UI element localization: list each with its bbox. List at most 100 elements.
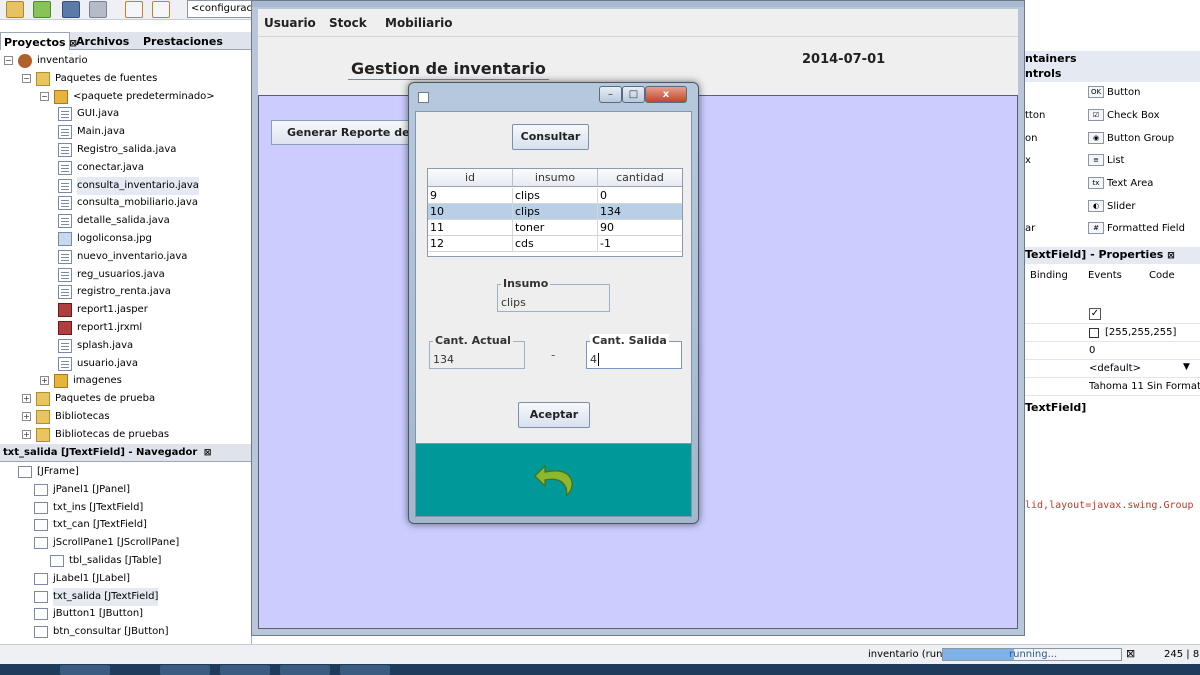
- cell-id[interactable]: 9: [428, 188, 513, 204]
- undo-icon[interactable]: [125, 1, 143, 18]
- close-button[interactable]: x: [645, 86, 687, 103]
- component-icon: [34, 501, 48, 514]
- palette-item-text-area[interactable]: tx Text Area: [1088, 176, 1153, 192]
- output-quantity-label: Cant. Salida: [590, 334, 669, 347]
- table-row[interactable]: 11 toner 90: [428, 220, 682, 236]
- tab-proyectos[interactable]: Proyectos ⊠: [0, 32, 77, 50]
- palette-section-containers[interactable]: ntainers: [1025, 51, 1200, 67]
- cell-cantidad[interactable]: 0: [598, 188, 682, 204]
- palette-fragment[interactable]: x: [1025, 153, 1031, 169]
- table-header-id[interactable]: id: [428, 169, 513, 187]
- minimize-button[interactable]: –: [599, 86, 622, 103]
- expand-toggle-icon[interactable]: −: [4, 56, 13, 65]
- properties-footer: TextField]: [1025, 401, 1087, 414]
- supplies-table[interactable]: id insumo cantidad 9 clips 0 10 clips 13…: [427, 168, 683, 257]
- close-tab-icon[interactable]: ⊠: [204, 448, 212, 458]
- copy-icon[interactable]: [89, 1, 107, 18]
- palette-fragment[interactable]: tton: [1025, 108, 1045, 124]
- java-app-icon: [418, 92, 429, 103]
- cell-cantidad[interactable]: -1: [598, 236, 682, 252]
- redo-icon[interactable]: [152, 1, 170, 18]
- cell-id[interactable]: 11: [428, 220, 513, 236]
- palette-item-slider[interactable]: ◐ Slider: [1088, 199, 1136, 215]
- table-header-insumo[interactable]: insumo: [513, 169, 598, 187]
- formatted-field-icon: #: [1088, 222, 1104, 234]
- expand-toggle-icon[interactable]: +: [22, 429, 31, 439]
- palette-fragment[interactable]: on: [1025, 131, 1037, 147]
- cell-insumo[interactable]: clips: [513, 188, 598, 204]
- property-row[interactable]: Tahoma 11 Sin Formato: [1025, 378, 1200, 396]
- property-row[interactable]: <default> ▼: [1025, 360, 1200, 378]
- expand-toggle-icon[interactable]: +: [40, 376, 49, 386]
- expand-toggle-icon[interactable]: +: [22, 412, 31, 421]
- taskbar-button[interactable]: [60, 665, 110, 675]
- list-icon: ≡: [1088, 154, 1104, 166]
- tab-prestaciones[interactable]: Prestaciones: [140, 32, 226, 50]
- undo-arrow-icon[interactable]: [533, 460, 577, 498]
- properties-tab-binding[interactable]: Binding: [1030, 268, 1068, 284]
- palette-item-formatted-field[interactable]: # Formatted Field: [1088, 221, 1185, 237]
- dropdown-arrow-icon[interactable]: ▼: [1183, 362, 1190, 372]
- cell-insumo[interactable]: toner: [513, 220, 598, 236]
- palette-item-list[interactable]: ≡ List: [1088, 153, 1124, 169]
- properties-tab-events[interactable]: Events: [1088, 268, 1122, 284]
- save-all-icon[interactable]: [62, 1, 80, 18]
- output-quantity-field[interactable]: Cant. Salida 4: [586, 334, 682, 369]
- close-tab-icon[interactable]: ⊠: [1167, 251, 1175, 261]
- output-quantity-input[interactable]: 4: [590, 353, 599, 366]
- table-row[interactable]: 10 clips 134: [428, 204, 682, 220]
- menu-usuario[interactable]: Usuario: [264, 16, 316, 30]
- main-window-titlebar[interactable]: [252, 1, 1024, 7]
- accept-button[interactable]: Aceptar: [518, 402, 590, 428]
- palette-section-controls[interactable]: ntrols: [1025, 66, 1200, 82]
- expand-toggle-icon[interactable]: −: [40, 91, 49, 101]
- palette-item-button[interactable]: OK Button: [1088, 85, 1141, 101]
- insumo-value: clips: [501, 296, 526, 309]
- tree-item-label: inventario: [37, 55, 88, 66]
- cell-id[interactable]: 12: [428, 236, 513, 252]
- taskbar-button[interactable]: [280, 665, 330, 675]
- palette-fragment[interactable]: ar: [1025, 221, 1035, 237]
- property-row[interactable]: 0: [1025, 342, 1200, 360]
- taskbar-button[interactable]: [220, 665, 270, 675]
- taskbar-button[interactable]: [340, 665, 390, 675]
- table-row[interactable]: 9 clips 0: [428, 188, 682, 204]
- tree-item-label: Paquetes de prueba: [55, 393, 156, 405]
- menu-mobiliario[interactable]: Mobiliario: [385, 16, 453, 30]
- java-file-icon: [58, 143, 72, 157]
- tree-item-label: Bibliotecas: [55, 411, 110, 422]
- checked-checkbox-icon[interactable]: ✓: [1089, 308, 1101, 320]
- tree-item-label: txt_ins [JTextField]: [53, 501, 144, 513]
- progress-fill: [943, 649, 1015, 660]
- consult-button[interactable]: Consultar: [512, 124, 589, 150]
- cell-cantidad[interactable]: 134: [598, 204, 682, 220]
- cancel-task-icon[interactable]: ⊠: [1126, 647, 1135, 660]
- generate-report-button[interactable]: Generar Reporte del Inventario: [271, 120, 421, 145]
- palette-item-button-group[interactable]: ◉ Button Group: [1088, 131, 1174, 147]
- menu-bar: Usuario Stock Mobiliario: [258, 9, 1018, 37]
- page-title: Gestion de inventario: [348, 59, 549, 80]
- cell-insumo[interactable]: cds: [513, 236, 598, 252]
- properties-tab-code[interactable]: Code: [1149, 268, 1175, 284]
- property-row[interactable]: [255,255,255]: [1025, 324, 1200, 342]
- component-icon: [34, 572, 48, 585]
- tree-item-label: jButton1 [JButton]: [53, 608, 144, 620]
- table-row[interactable]: 12 cds -1: [428, 236, 682, 252]
- table-header-cantidad[interactable]: cantidad: [598, 169, 682, 187]
- cell-insumo[interactable]: clips: [513, 204, 598, 220]
- new-project-icon[interactable]: [6, 1, 24, 18]
- cell-cantidad[interactable]: 90: [598, 220, 682, 236]
- maximize-button[interactable]: □: [622, 86, 645, 103]
- menu-stock[interactable]: Stock: [329, 16, 367, 30]
- tab-archivos[interactable]: Archivos: [73, 32, 132, 50]
- java-file-icon: [58, 160, 72, 175]
- new-file-icon[interactable]: [33, 1, 51, 18]
- current-quantity-field[interactable]: Cant. Actual 134: [429, 334, 525, 369]
- property-row[interactable]: ✓: [1025, 306, 1200, 324]
- expand-toggle-icon[interactable]: −: [22, 73, 31, 83]
- expand-toggle-icon[interactable]: +: [22, 394, 31, 404]
- insumo-field[interactable]: Insumo clips: [497, 277, 610, 312]
- taskbar-button[interactable]: [160, 665, 210, 675]
- palette-item-checkbox[interactable]: ☑ Check Box: [1088, 108, 1160, 124]
- cell-id[interactable]: 10: [428, 204, 513, 220]
